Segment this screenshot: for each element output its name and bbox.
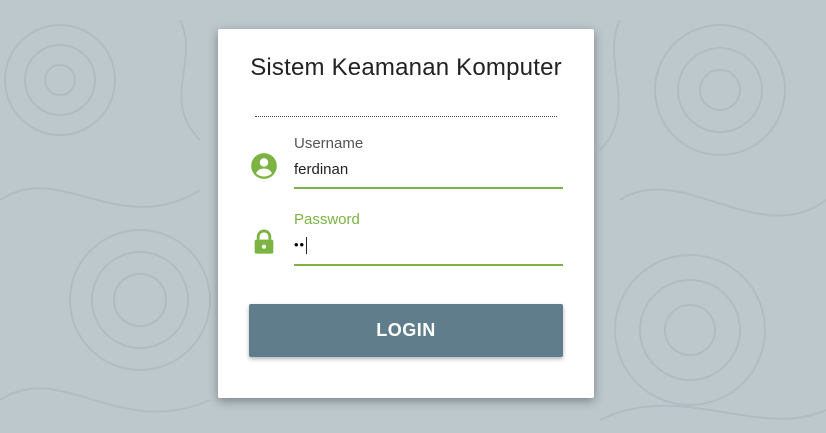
page-title: Sistem Keamanan Komputer xyxy=(250,54,562,81)
username-label: Username xyxy=(294,135,364,152)
text-caret xyxy=(306,237,308,254)
account-circle-icon xyxy=(250,152,278,180)
password-input[interactable]: •• xyxy=(294,237,563,266)
password-field: Password •• xyxy=(294,211,563,266)
divider xyxy=(255,116,557,117)
lock-icon xyxy=(250,228,278,256)
password-masked-value: •• xyxy=(294,237,306,252)
password-label: Password xyxy=(294,211,360,228)
username-field: Username xyxy=(294,135,563,189)
login-button[interactable]: LOGIN xyxy=(249,304,563,357)
login-card: Sistem Keamanan Komputer Username Passwo… xyxy=(218,29,594,398)
username-input[interactable] xyxy=(294,161,563,189)
